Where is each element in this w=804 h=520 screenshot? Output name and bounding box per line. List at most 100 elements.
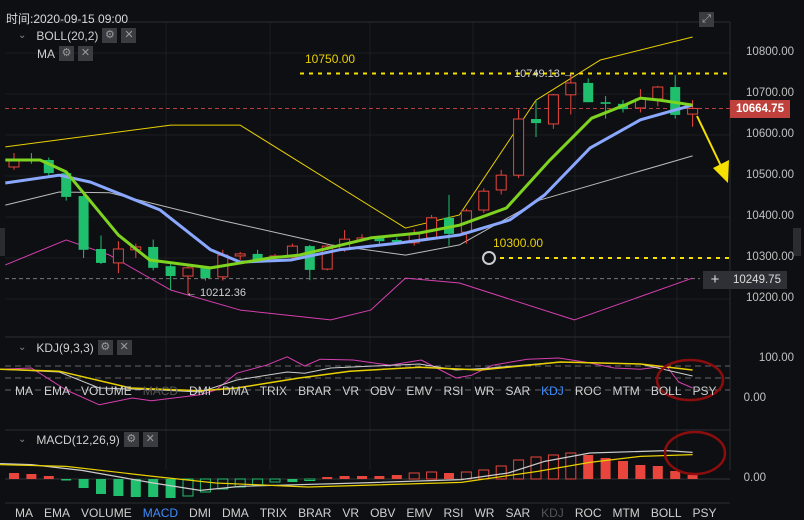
gear-icon[interactable]: ⚙ [123,432,139,447]
macd-histogram-bar [43,476,54,479]
macd-histogram-bar [618,461,628,479]
kdj-panel-tab-roc[interactable]: ROC [575,384,602,398]
kdj-indicator-header: ⌄ KDJ(9,3,3) ⚙ ✕ [18,340,132,355]
macd-histogram-bar [635,465,646,479]
chevron-down-icon[interactable]: ⌄ [18,342,26,353]
kdj-panel-tab-wr[interactable]: WR [474,384,494,398]
kdj-panel-tab-obv[interactable]: OBV [370,384,395,398]
gear-icon[interactable]: ⚙ [59,46,74,61]
macd-panel-tab-macd[interactable]: MACD [143,506,178,520]
macd-panel-tab-trix[interactable]: TRIX [260,506,287,520]
gear-icon[interactable]: ⚙ [102,28,118,43]
macd-panel-tab-sar[interactable]: SAR [505,506,530,520]
kdj-panel-tab-ma[interactable]: MA [15,384,33,398]
ma-label: MA [37,46,55,61]
macd-panel-tab-dmi[interactable]: DMI [189,506,211,520]
candle-body [583,82,594,103]
macd-panel-tab-kdj[interactable]: KDJ [541,506,564,520]
boll-indicator-header: ⌄ BOLL(20,2) ⚙ ✕ [18,28,137,43]
macd-histogram-bar [322,477,333,479]
macd-panel-tab-dma[interactable]: DMA [222,506,249,520]
kdj-panel-tab-dma[interactable]: DMA [222,384,249,398]
macd-panel-tab-rsi[interactable]: RSI [443,506,463,520]
macd-histogram-bar [583,455,594,479]
macd-panel-tab-brar[interactable]: BRAR [298,506,331,520]
kdj-panel-tab-macd[interactable]: MACD [143,384,178,398]
price-axis-tick: 10700.00 [746,87,794,99]
macd-histogram-bar [130,479,141,497]
macd-histogram-bar [426,471,438,480]
kdj-axis-tick: 0.00 [743,392,766,404]
macd-histogram-bar [148,479,159,497]
macd-panel-tab-roc[interactable]: ROC [575,506,602,520]
price-axis-tick: 10800.00 [746,46,794,58]
candle-body [547,94,559,125]
macd-histogram-bar [61,479,72,481]
kdj-axis-tick: 100.00 [758,352,794,364]
gear-icon[interactable]: ⚙ [97,340,113,355]
price-axis-tick: 10400.00 [746,210,794,222]
candle-body [531,119,541,124]
macd-panel-tab-mtm[interactable]: MTM [612,506,639,520]
low-price-label: ← 10212.36 [186,287,246,299]
macd-histogram-bar [652,466,663,479]
kdj-panel-tab-sar[interactable]: SAR [505,384,530,398]
candle-body [600,102,611,104]
macd-histogram-bar [357,476,367,479]
macd-panel-tab-vr[interactable]: VR [342,506,359,520]
macd-histogram-bar [444,473,454,479]
candle-body [234,253,246,257]
macd-panel-tab-boll[interactable]: BOLL [651,506,682,520]
macd-histogram-bar [391,475,402,479]
candle-body [565,82,577,96]
candle-body [148,246,159,268]
candle-body [78,196,89,250]
close-icon[interactable]: ✕ [116,340,132,355]
chevron-down-icon[interactable]: ⌄ [18,434,26,445]
kdj-panel-tab-dmi[interactable]: DMI [189,384,211,398]
close-icon[interactable]: ✕ [121,28,137,43]
chevron-down-icon[interactable]: ⌄ [18,30,26,41]
line-label-10300: 10300.00 [493,236,544,250]
kdj-panel-tab-psy[interactable]: PSY [693,384,717,398]
expand-icon[interactable]: ⤢ [699,12,714,27]
macd-panel-tab-ema[interactable]: EMA [44,506,70,520]
close-icon[interactable]: ✕ [142,432,158,447]
macd-histogram-bar [530,456,542,480]
right-scroll-handle [793,228,801,256]
kdj-panel-tab-ema[interactable]: EMA [44,384,70,398]
candle-body [96,248,106,263]
macd-histogram-bar [670,471,681,479]
macd-panel-tab-volume[interactable]: VOLUME [81,506,132,520]
macd-histogram-bar [478,469,490,480]
macd-histogram-bar [287,479,298,482]
candle-body [652,86,664,100]
kdj-panel-tab-kdj[interactable]: KDJ [541,384,564,398]
crosshair-price-label: 10249.75 [727,271,787,289]
macd-panel-tab-psy[interactable]: PSY [693,506,717,520]
price-axis-tick: 10300.00 [746,251,794,263]
macd-panel-tab-ma[interactable]: MA [15,506,33,520]
kdj-panel-tab-trix[interactable]: TRIX [260,384,287,398]
macd-histogram-bar [96,479,106,494]
macd-panel-tab-wr[interactable]: WR [474,506,494,520]
candle-body [478,190,490,211]
candle-body [182,267,194,277]
kdj-panel-tab-mtm[interactable]: MTM [612,384,639,398]
macd-histogram-bar [26,474,37,479]
kdj-panel-tab-rsi[interactable]: RSI [443,384,463,398]
macd-histogram-bar [374,476,385,479]
plus-icon[interactable]: + [703,271,727,289]
kdj-panel-tab-boll[interactable]: BOLL [651,384,682,398]
candle-body [513,118,525,176]
macd-panel-tab-emv[interactable]: EMV [406,506,432,520]
macd-histogram-bar [408,472,420,480]
kdj-panel-tab-volume[interactable]: VOLUME [81,384,132,398]
close-icon[interactable]: ✕ [78,46,93,61]
kdj-panel-tab-vr[interactable]: VR [342,384,359,398]
macd-panel-tab-obv[interactable]: OBV [370,506,395,520]
macd-histogram-bar [339,476,350,479]
kdj-panel-tab-emv[interactable]: EMV [406,384,432,398]
boll-label: BOLL(20,2) [36,28,99,43]
kdj-panel-tab-brar[interactable]: BRAR [298,384,331,398]
